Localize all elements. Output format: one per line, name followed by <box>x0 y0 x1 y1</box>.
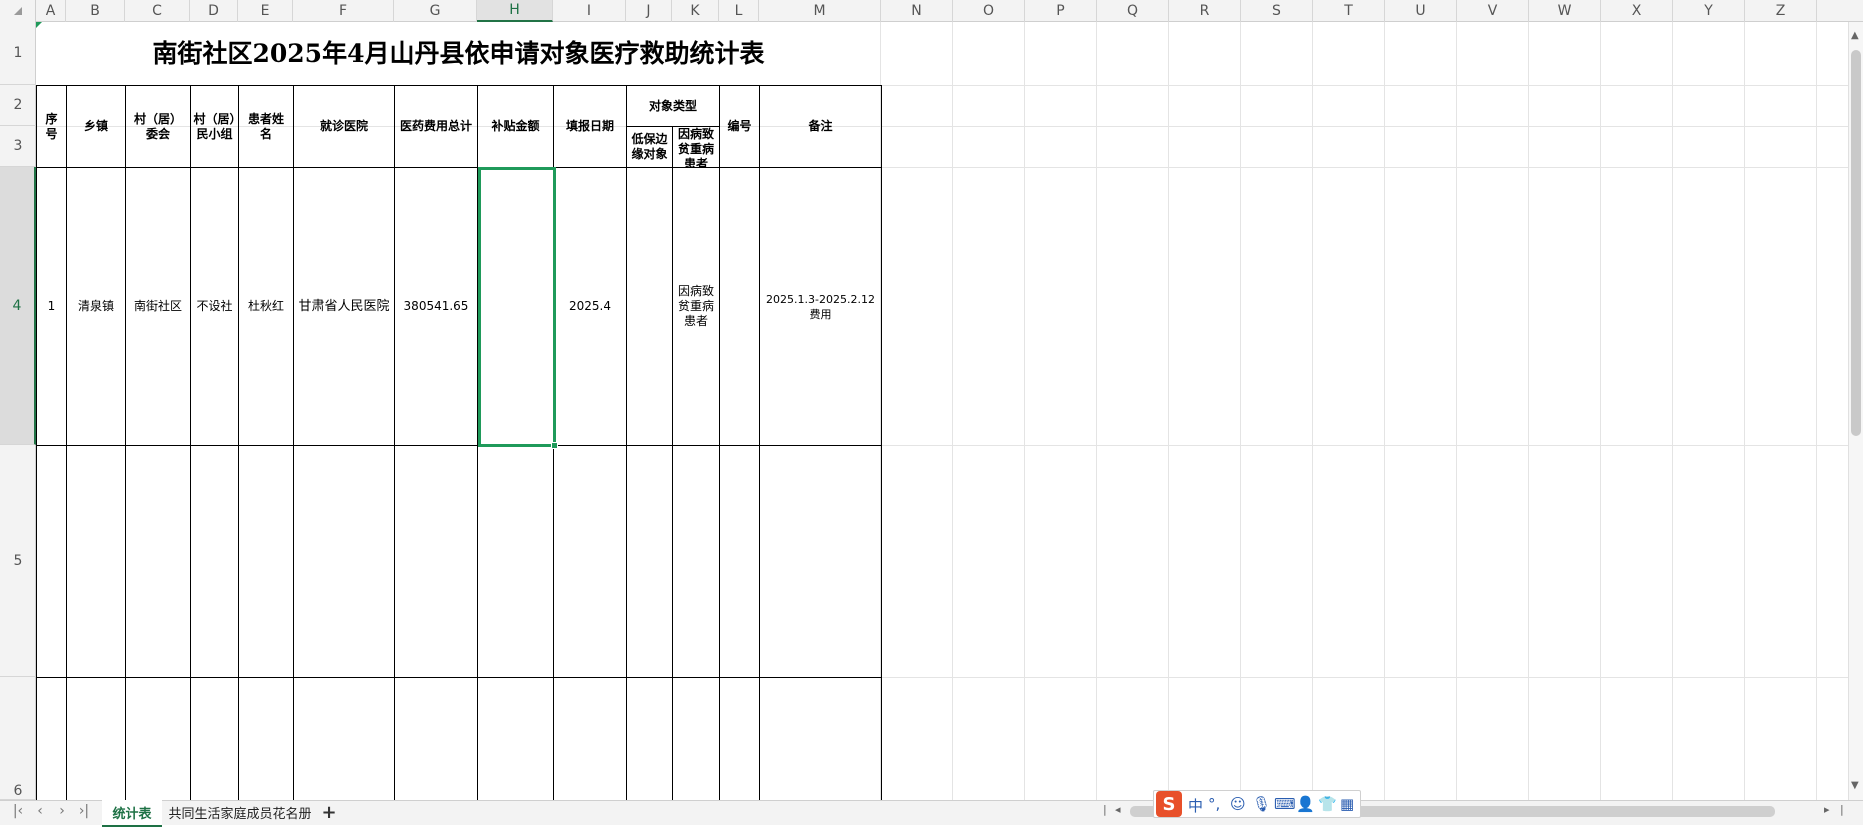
ime-punctuation-icon[interactable]: °, <box>1208 795 1220 813</box>
column-header-j[interactable]: J <box>626 0 672 22</box>
scroll-left-icon[interactable]: ◂ <box>1115 803 1121 816</box>
row-header-2[interactable]: 2 <box>0 85 36 126</box>
row-header-5[interactable]: 5 <box>0 445 36 677</box>
column-header-p[interactable]: P <box>1025 0 1097 22</box>
fill-handle[interactable] <box>551 442 558 449</box>
cell-hospital[interactable]: 甘肃省人民医院 <box>294 168 394 445</box>
scroll-left-divider-icon: | <box>1103 803 1107 816</box>
ime-logo-icon[interactable]: S <box>1156 791 1182 817</box>
column-header-h[interactable]: H <box>477 0 553 22</box>
add-sheet-button[interactable]: + <box>318 800 340 825</box>
header-illness-poor[interactable]: 因病致贫重病患者 <box>673 127 719 167</box>
header-number[interactable]: 编号 <box>720 86 759 167</box>
scroll-down-icon[interactable]: ▼ <box>1851 780 1859 791</box>
column-header-s[interactable]: S <box>1241 0 1313 22</box>
header-subsidy[interactable]: 补贴金额 <box>478 86 553 167</box>
cell-illness-poor[interactable]: 因病致贫重病患者 <box>673 168 719 445</box>
column-header-m[interactable]: M <box>759 0 881 22</box>
row-header-3[interactable]: 3 <box>0 126 36 167</box>
row-header-4[interactable]: 4 <box>0 167 36 445</box>
cell-group[interactable]: 不设社 <box>191 168 238 445</box>
scroll-right-icon[interactable]: ▸ <box>1824 803 1830 816</box>
header-seq[interactable]: 序号 <box>37 86 66 167</box>
first-sheet-icon[interactable]: |‹ <box>10 803 26 819</box>
header-group[interactable]: 村（居）民小组 <box>191 86 238 167</box>
header-village[interactable]: 村（居）委会 <box>126 86 190 167</box>
vertical-scroll-thumb[interactable] <box>1851 50 1861 436</box>
column-header-i[interactable]: I <box>553 0 626 22</box>
header-low-income[interactable]: 低保边缘对象 <box>627 127 672 167</box>
column-header-a[interactable]: A <box>36 0 66 22</box>
scroll-right-divider-icon: | <box>1840 803 1844 816</box>
ime-emoji-icon[interactable]: ☺ <box>1230 795 1246 813</box>
header-target-type[interactable]: 对象类型 <box>627 86 719 126</box>
column-header-b[interactable]: B <box>66 0 125 22</box>
row-header-1[interactable]: 1 <box>0 22 36 85</box>
column-header-n[interactable]: N <box>881 0 953 22</box>
last-sheet-icon[interactable]: ›| <box>76 803 92 819</box>
column-header-z[interactable]: Z <box>1745 0 1817 22</box>
cell-low-income[interactable] <box>627 168 672 445</box>
cell-number[interactable] <box>720 168 759 445</box>
cell-remarks[interactable]: 2025.1.3-2025.2.12费用 <box>760 168 881 445</box>
cell-town[interactable]: 清泉镇 <box>67 168 125 445</box>
selected-cell-h4[interactable] <box>478 167 556 447</box>
ime-skin-icon[interactable]: 👕 <box>1318 795 1337 813</box>
row-header-6[interactable]: 6 <box>0 677 36 800</box>
cell-report-date[interactable]: 2025.4 <box>554 168 626 445</box>
column-header-f[interactable]: F <box>293 0 394 22</box>
column-header-q[interactable]: Q <box>1097 0 1169 22</box>
cell-seq[interactable]: 1 <box>37 168 66 445</box>
header-patient[interactable]: 患者姓名 <box>239 86 293 167</box>
page-title[interactable]: 南街社区2025年4月山丹县依申请对象医疗救助统计表 <box>36 22 881 85</box>
ime-language-icon[interactable]: 中 <box>1188 795 1203 816</box>
column-header-t[interactable]: T <box>1313 0 1385 22</box>
cell-total-cost[interactable]: 380541.65 <box>395 168 477 445</box>
tab-statistics[interactable]: 统计表 <box>102 800 162 827</box>
scroll-up-icon[interactable]: ▲ <box>1851 30 1859 41</box>
prev-sheet-icon[interactable]: ‹ <box>32 803 48 819</box>
ime-microphone-icon[interactable]: 🎙 <box>1252 795 1271 813</box>
header-remarks[interactable]: 备注 <box>760 86 881 167</box>
column-header-r[interactable]: R <box>1169 0 1241 22</box>
column-header-d[interactable]: D <box>190 0 238 22</box>
column-header-k[interactable]: K <box>672 0 719 22</box>
header-total-cost[interactable]: 医药费用总计 <box>395 86 477 167</box>
column-header-e[interactable]: E <box>238 0 293 22</box>
column-header-w[interactable]: W <box>1529 0 1601 22</box>
column-header-g[interactable]: G <box>394 0 477 22</box>
column-header-c[interactable]: C <box>125 0 190 22</box>
ime-keyboard-icon[interactable]: ⌨ <box>1274 795 1296 813</box>
cell-village[interactable]: 南街社区 <box>126 168 190 445</box>
header-hospital[interactable]: 就诊医院 <box>294 86 394 167</box>
ime-toolbox-icon[interactable]: ▦ <box>1340 795 1354 813</box>
select-all-icon <box>14 7 22 15</box>
ime-user-icon[interactable]: 👤 <box>1296 795 1315 813</box>
column-header-y[interactable]: Y <box>1673 0 1745 22</box>
column-header-u[interactable]: U <box>1385 0 1457 22</box>
header-town[interactable]: 乡镇 <box>67 86 125 167</box>
column-header-o[interactable]: O <box>953 0 1025 22</box>
column-header-v[interactable]: V <box>1457 0 1529 22</box>
cell-marker-icon <box>36 22 42 28</box>
next-sheet-icon[interactable]: › <box>54 803 70 819</box>
column-header-l[interactable]: L <box>719 0 759 22</box>
header-report-date[interactable]: 填报日期 <box>554 86 626 167</box>
cell-patient[interactable]: 杜秋红 <box>239 168 293 445</box>
tab-family-roster[interactable]: 共同生活家庭成员花名册 <box>165 800 315 825</box>
column-header-x[interactable]: X <box>1601 0 1673 22</box>
